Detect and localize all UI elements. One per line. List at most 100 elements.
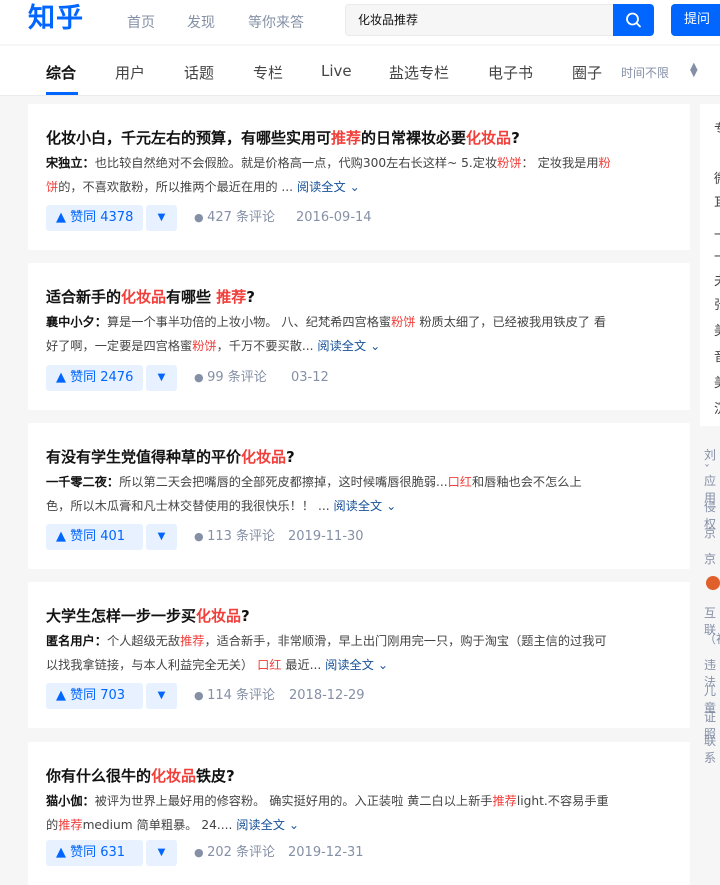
sidebar-card-fragment[interactable]: 沉 xyxy=(714,398,720,417)
comments-count: 114 条评论 xyxy=(207,688,276,703)
result-title[interactable]: 大学生怎样一步一步买化妆品? xyxy=(46,605,250,626)
zhihu-logo[interactable]: 知乎 xyxy=(28,0,84,38)
highlight-term: 饼 xyxy=(46,180,59,194)
chevron-down-icon[interactable]: ⌄ xyxy=(386,499,396,513)
comments-button[interactable]: ● 114 条评论 xyxy=(194,683,275,709)
result-excerpt[interactable]: 匿名用户：个人超级无敌推荐，适合新手，非常顺滑，早上出门刚用完一只，购于淘宝（题… xyxy=(46,629,666,677)
author-name[interactable]: 襄中小夕： xyxy=(46,315,107,329)
footer-link[interactable]: （初 xyxy=(704,630,720,647)
tab-salt-columns[interactable]: 盐选专栏 xyxy=(389,62,449,83)
text-segment: light.不容易手重 xyxy=(516,794,609,808)
highlight-term: 化妆品 xyxy=(466,129,512,147)
upvote-button[interactable]: ▲ 赞同 631 xyxy=(46,840,143,866)
tab-ebooks[interactable]: 电子书 xyxy=(488,62,533,83)
text-segment: 所以第二天会把嘴唇的全部死皮都擦掉，这时候嘴唇很脆弱... xyxy=(119,475,448,489)
read-more-link[interactable]: 阅读全文 xyxy=(330,499,387,513)
highlight-term: 粉饼 xyxy=(497,156,522,170)
sidebar-card-fragment[interactable]: 夫 xyxy=(714,270,720,289)
footer-link[interactable]: 京 xyxy=(704,524,716,541)
comments-button[interactable]: ● 113 条评论 xyxy=(194,524,275,550)
police-badge-icon xyxy=(706,576,720,590)
nav-discover[interactable]: 发现 xyxy=(187,12,215,32)
highlight-term: 化妆品 xyxy=(151,767,197,785)
excerpt-line: 色，所以木瓜膏和凡士林交替使用的我很快乐！！ ... 阅读全文 ⌄ xyxy=(46,494,666,518)
result-card: 化妆小白，千元左右的预算，有哪些实用可推荐的日常裸妆必要化妆品? 宋独立：也比较自… xyxy=(28,104,690,250)
excerpt-line: 一千零二夜：所以第二天会把嘴唇的全部死皮都擦掉，这时候嘴唇很脆弱...口红和唇釉… xyxy=(46,470,666,494)
read-more-link[interactable]: 阅读全文 xyxy=(321,658,378,672)
tab-live[interactable]: Live xyxy=(321,62,352,80)
search-button[interactable] xyxy=(613,4,654,36)
result-excerpt[interactable]: 宋独立：也比较自然绝对不会假脸。就是价格高一点，代购300左右长这样~ 5.定妆… xyxy=(46,151,666,199)
author-name[interactable]: 匿名用户： xyxy=(46,634,107,648)
sidebar-card-fragment[interactable]: 一 xyxy=(714,246,720,265)
highlight-term: 粉饼 xyxy=(391,315,416,329)
result-title[interactable]: 你有什么很牛的化妆品铁皮? xyxy=(46,765,235,786)
result-title[interactable]: 化妆小白，千元左右的预算，有哪些实用可推荐的日常裸妆必要化妆品? xyxy=(46,127,520,148)
upvote-button[interactable]: ▲ 赞同 401 xyxy=(46,524,143,550)
text-segment: 的，不喜欢散粉，所以推两个最近在用的 ... xyxy=(58,180,294,194)
sidebar-card-fragment[interactable]: 音 xyxy=(714,346,720,365)
result-title[interactable]: 适合新手的化妆品有哪些 推荐? xyxy=(46,286,255,307)
ask-question-button[interactable]: 提问 xyxy=(671,4,720,36)
comments-button[interactable]: ● 99 条评论 xyxy=(194,365,267,391)
upvote-button[interactable]: ▲ 赞同 703 xyxy=(46,683,143,709)
downvote-button[interactable]: ▼ xyxy=(146,840,177,866)
text-segment: ? xyxy=(511,129,520,147)
chevron-down-icon[interactable]: ⌄ xyxy=(370,339,380,353)
time-filter-select[interactable]: 时间不限 xyxy=(621,64,669,81)
sidebar-card-fragment[interactable]: 美 xyxy=(714,372,720,391)
search-type-tabs: 综合 用户 话题 专栏 Live 盐选专栏 电子书 圈子 时间不限 ▲ ▼ xyxy=(0,46,720,96)
author-name[interactable]: 猫小伽： xyxy=(46,794,95,808)
chevron-down-icon[interactable]: ⌄ xyxy=(378,658,388,672)
tab-circles[interactable]: 圈子 xyxy=(572,62,602,83)
search-input[interactable]: 化妆品推荐 xyxy=(345,4,613,36)
tab-columns[interactable]: 专栏 xyxy=(253,62,283,83)
excerpt-line: 襄中小夕：算是一个事半功倍的上妆小物。 八、纪梵希四宫格蜜粉饼 粉质太细了，已经… xyxy=(46,310,666,334)
sidebar-card-fragment[interactable]: 美 xyxy=(714,320,720,339)
text-segment: 铁皮? xyxy=(196,767,235,785)
result-actions: ▲ 赞同 4378 ▼ ● 427 条评论 2016-09-14 xyxy=(46,205,666,231)
tab-users[interactable]: 用户 xyxy=(115,62,145,83)
upvote-button[interactable]: ▲ 赞同 4378 xyxy=(46,205,143,231)
read-more-link[interactable]: 阅读全文 xyxy=(293,180,350,194)
downvote-button[interactable]: ▼ xyxy=(146,365,177,391)
text-segment: 大学生怎样一步一步买 xyxy=(46,607,197,625)
result-title[interactable]: 有没有学生党值得种草的平价化妆品? xyxy=(46,446,295,467)
excerpt-line: 宋独立：也比较自然绝对不会假脸。就是价格高一点，代购300左右长这样~ 5.定妆… xyxy=(46,151,666,175)
highlight-term: 推荐 xyxy=(331,129,362,147)
text-segment: ，适合新手，非常顺滑，早上出门刚用完一只，购于淘宝（题主信的过我可 xyxy=(204,634,607,648)
downvote-button[interactable]: ▼ xyxy=(146,683,177,709)
result-excerpt[interactable]: 猫小伽：被评为世界上最好用的修容粉。 确实挺好用的。入正装啦 黄二白以上新手推荐… xyxy=(46,789,666,837)
text-segment: 的 xyxy=(46,818,59,832)
read-more-link[interactable]: 阅读全文 xyxy=(232,818,289,832)
result-excerpt[interactable]: 一千零二夜：所以第二天会把嘴唇的全部死皮都擦掉，这时候嘴唇很脆弱...口红和唇釉… xyxy=(46,470,666,518)
downvote-button[interactable]: ▼ xyxy=(146,524,177,550)
text-segment: 也比较自然绝对不会假脸。就是价格高一点，代购300左右长这样~ 5.定妆 xyxy=(94,156,498,170)
comments-button[interactable]: ● 427 条评论 xyxy=(194,205,275,231)
author-name[interactable]: 宋独立： xyxy=(46,156,95,170)
upvote-button[interactable]: ▲ 赞同 2476 xyxy=(46,365,143,391)
highlight-term: 化妆品 xyxy=(241,448,287,466)
sort-toggle-icon[interactable]: ▲ ▼ xyxy=(690,62,698,79)
tab-topics[interactable]: 话题 xyxy=(184,62,214,83)
chevron-down-icon[interactable]: ⌄ xyxy=(350,180,360,194)
comments-button[interactable]: ● 202 条评论 xyxy=(194,840,275,866)
downvote-button[interactable]: ▼ xyxy=(146,205,177,231)
sidebar-card-fragment[interactable]: 一 xyxy=(714,224,720,243)
nav-waiting-answer[interactable]: 等你来答 xyxy=(248,12,304,32)
result-excerpt[interactable]: 襄中小夕：算是一个事半功倍的上妆小物。 八、纪梵希四宫格蜜粉饼 粉质太细了，已经… xyxy=(46,310,666,358)
read-more-link[interactable]: 阅读全文 xyxy=(314,339,371,353)
tab-general[interactable]: 综合 xyxy=(46,62,76,83)
highlight-term: 化妆品 xyxy=(121,288,167,306)
comment-icon: ● xyxy=(194,211,208,224)
comments-count: 427 条评论 xyxy=(207,210,276,225)
sidebar-card-fragment[interactable]: 张 xyxy=(714,294,720,313)
footer-link[interactable]: 京 xyxy=(704,550,716,567)
author-name[interactable]: 一千零二夜： xyxy=(46,475,119,489)
text-segment: ，千万不要买散... xyxy=(216,339,314,353)
footer-link[interactable]: 联系 xyxy=(704,732,720,766)
chevron-down-icon[interactable]: ⌄ xyxy=(289,818,299,832)
text-segment: 有没有学生党值得种草的平价 xyxy=(46,448,242,466)
nav-home[interactable]: 首页 xyxy=(127,12,155,32)
text-segment: ? xyxy=(246,288,255,306)
